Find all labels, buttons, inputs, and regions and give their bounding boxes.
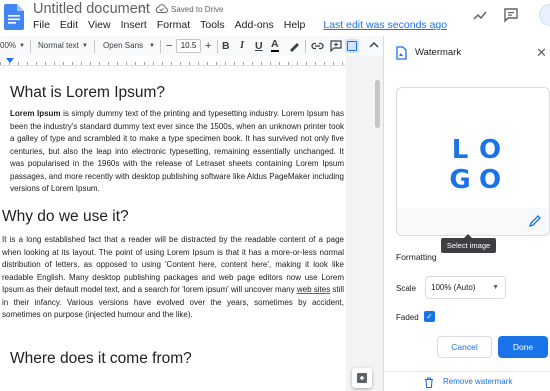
cancel-button[interactable]: Cancel: [437, 336, 492, 358]
last-edit-link[interactable]: Last edit was seconds ago: [323, 19, 447, 31]
font-size-input[interactable]: 10.5: [176, 39, 201, 53]
menu-addons[interactable]: Add-ons: [235, 19, 274, 31]
italic-button[interactable]: I: [240, 36, 244, 56]
menu-edit[interactable]: Edit: [60, 19, 78, 31]
insert-image-button[interactable]: [345, 39, 359, 53]
document-page[interactable]: What is Lorem Ipsum? Lorem Ipsum is simp…: [0, 66, 346, 391]
formatting-heading: Formatting: [396, 252, 437, 262]
paragraph-why: It is a long established fact that a rea…: [2, 234, 344, 322]
menu-format[interactable]: Format: [157, 19, 190, 31]
logo-letter: O: [478, 135, 502, 165]
scale-select[interactable]: 100% (Auto) ▼: [425, 276, 506, 299]
explore-icon: [357, 373, 367, 383]
heading-where: Where does it come from?: [10, 350, 192, 367]
bold-lorem: Lorem Ipsum: [10, 109, 61, 118]
font-size-decrease-icon[interactable]: −: [166, 36, 172, 56]
account-avatar[interactable]: [539, 4, 550, 26]
toolbar-divider: [30, 40, 31, 53]
save-status: Saved to Drive: [171, 5, 224, 14]
underline-button[interactable]: U: [255, 36, 263, 56]
ruler-ticks: [0, 62, 346, 65]
toolbar-divider: [305, 40, 306, 53]
font-select[interactable]: Open Sans: [103, 36, 143, 56]
paragraph-why-text: It is a long established fact that a rea…: [2, 235, 344, 294]
cloud-saved-icon[interactable]: [155, 3, 168, 14]
font-size-increase-icon[interactable]: +: [205, 36, 211, 56]
formatting-toolbar: 00% ▼ Normal text ▼ Open Sans ▼ − 10.5 +…: [0, 36, 383, 56]
menu-bar: File Edit View Insert Format Tools Add-o…: [33, 19, 457, 31]
logo-letter: G: [449, 165, 471, 195]
comment-icon[interactable]: [503, 7, 519, 23]
panel-header: Watermark ✕: [384, 36, 550, 68]
explore-button[interactable]: [352, 368, 372, 388]
close-icon[interactable]: ✕: [536, 45, 547, 61]
style-dropdown-icon[interactable]: ▼: [82, 36, 88, 56]
menu-file[interactable]: File: [33, 19, 50, 31]
remove-watermark-link[interactable]: Remove watermark: [443, 377, 512, 386]
scale-label: Scale: [396, 284, 417, 293]
panel-title: Watermark: [415, 47, 462, 58]
done-button[interactable]: Done: [498, 336, 548, 358]
watermark-preview[interactable]: L O G O: [396, 87, 550, 236]
menu-tools[interactable]: Tools: [200, 19, 225, 31]
watermark-panel: Watermark ✕ L O G O Formatting Scale 100…: [383, 36, 550, 391]
document-title[interactable]: Untitled document: [33, 1, 150, 17]
bold-button[interactable]: B: [222, 36, 230, 56]
menu-insert[interactable]: Insert: [121, 19, 147, 31]
select-image-tooltip: Select image: [441, 234, 496, 253]
dropdown-arrow-icon: ▼: [492, 284, 499, 291]
toolbar-divider: [160, 40, 161, 53]
activity-trend-icon[interactable]: [472, 7, 488, 23]
ruler: [0, 56, 346, 66]
edit-pencil-icon[interactable]: [528, 214, 542, 228]
panel-footer: Remove watermark: [384, 371, 550, 391]
toolbar-divider: [94, 40, 95, 53]
toolbar-divider: [217, 40, 218, 53]
app-header: Untitled document ☆ Saved to Drive File …: [0, 0, 550, 36]
heading-why: Why do we use it?: [2, 208, 129, 225]
zoom-dropdown-icon[interactable]: ▼: [19, 36, 25, 56]
trash-icon[interactable]: [424, 377, 434, 388]
star-icon[interactable]: ☆: [137, 2, 148, 16]
menu-view[interactable]: View: [88, 19, 111, 31]
paragraph-lorem: Lorem Ipsum is simply dummy text of the …: [10, 108, 344, 196]
document-scrollbar[interactable]: [375, 80, 380, 128]
web-sites-link[interactable]: web sites: [297, 285, 330, 294]
scale-value: 100% (Auto): [431, 283, 476, 292]
faded-label: Faded: [396, 313, 419, 322]
logo-letter: L: [451, 135, 469, 165]
watermark-image-area[interactable]: L O G O: [397, 88, 549, 208]
docs-logo-icon[interactable]: [4, 4, 24, 30]
highlight-pen-icon[interactable]: [288, 40, 300, 52]
watermark-logo: L O G O: [445, 135, 505, 195]
style-select[interactable]: Normal text: [38, 36, 79, 56]
watermark-doc-icon: [396, 46, 407, 60]
heading-what-is: What is Lorem Ipsum?: [10, 84, 166, 101]
paragraph-lorem-text: is simply dummy text of the printing and…: [10, 109, 345, 193]
menu-help[interactable]: Help: [284, 19, 306, 31]
add-comment-icon[interactable]: [330, 40, 342, 52]
text-color-button[interactable]: A: [271, 36, 279, 52]
font-dropdown-icon[interactable]: ▼: [149, 36, 155, 56]
chevron-up-icon[interactable]: [367, 38, 381, 52]
insert-link-icon[interactable]: [311, 41, 324, 51]
zoom-select[interactable]: 00%: [0, 36, 16, 56]
faded-checkbox[interactable]: ✓: [424, 311, 435, 322]
image-icon: [347, 41, 357, 51]
logo-letter: O: [478, 165, 502, 195]
